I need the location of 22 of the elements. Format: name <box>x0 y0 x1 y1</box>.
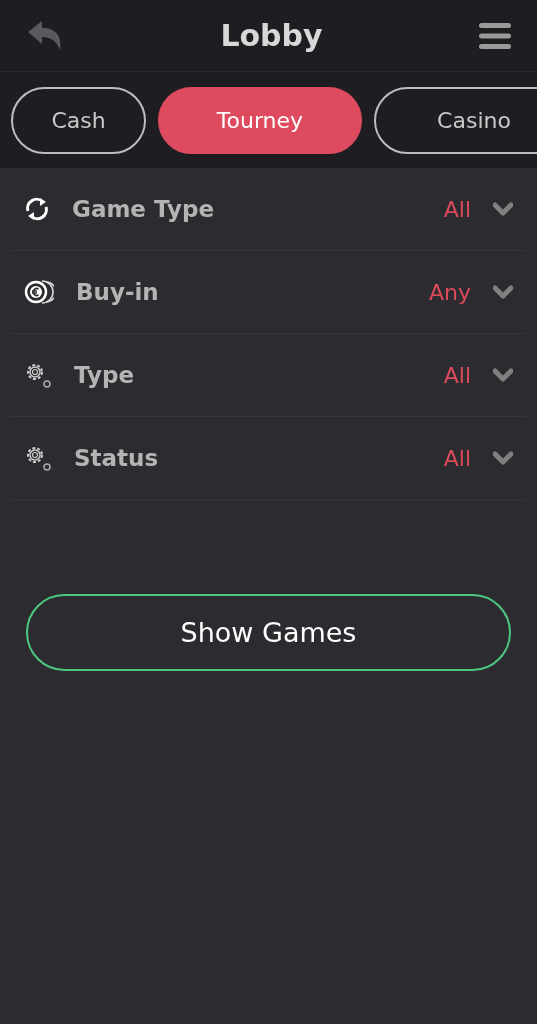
show-games-button[interactable]: Show Games <box>26 594 511 671</box>
tab[interactable]: Casino <box>374 86 537 154</box>
gear-icon <box>24 444 52 472</box>
chevron-down-icon[interactable] <box>493 285 513 299</box>
chevron-down-icon[interactable] <box>493 202 513 216</box>
chevron-down-icon[interactable] <box>493 368 513 382</box>
filter-label: Type <box>74 362 135 388</box>
filter-value[interactable]: All <box>443 362 471 388</box>
filter-label: Status <box>74 445 160 471</box>
menu-icon[interactable] <box>479 21 511 50</box>
filter-label: Buy-in <box>76 279 160 305</box>
refresh-icon <box>24 195 50 223</box>
filter-value[interactable]: All <box>443 196 471 222</box>
filter-value[interactable]: Any <box>429 279 471 305</box>
tab[interactable]: Tourney <box>158 86 362 154</box>
euro-coin-icon <box>24 279 54 305</box>
tab[interactable]: Cash <box>11 86 146 154</box>
page-title: Lobby <box>220 18 323 53</box>
filter-value[interactable]: All <box>443 445 471 471</box>
gear-icon <box>24 361 52 389</box>
chevron-down-icon[interactable] <box>493 451 513 465</box>
filter-label: Game Type <box>72 196 215 222</box>
